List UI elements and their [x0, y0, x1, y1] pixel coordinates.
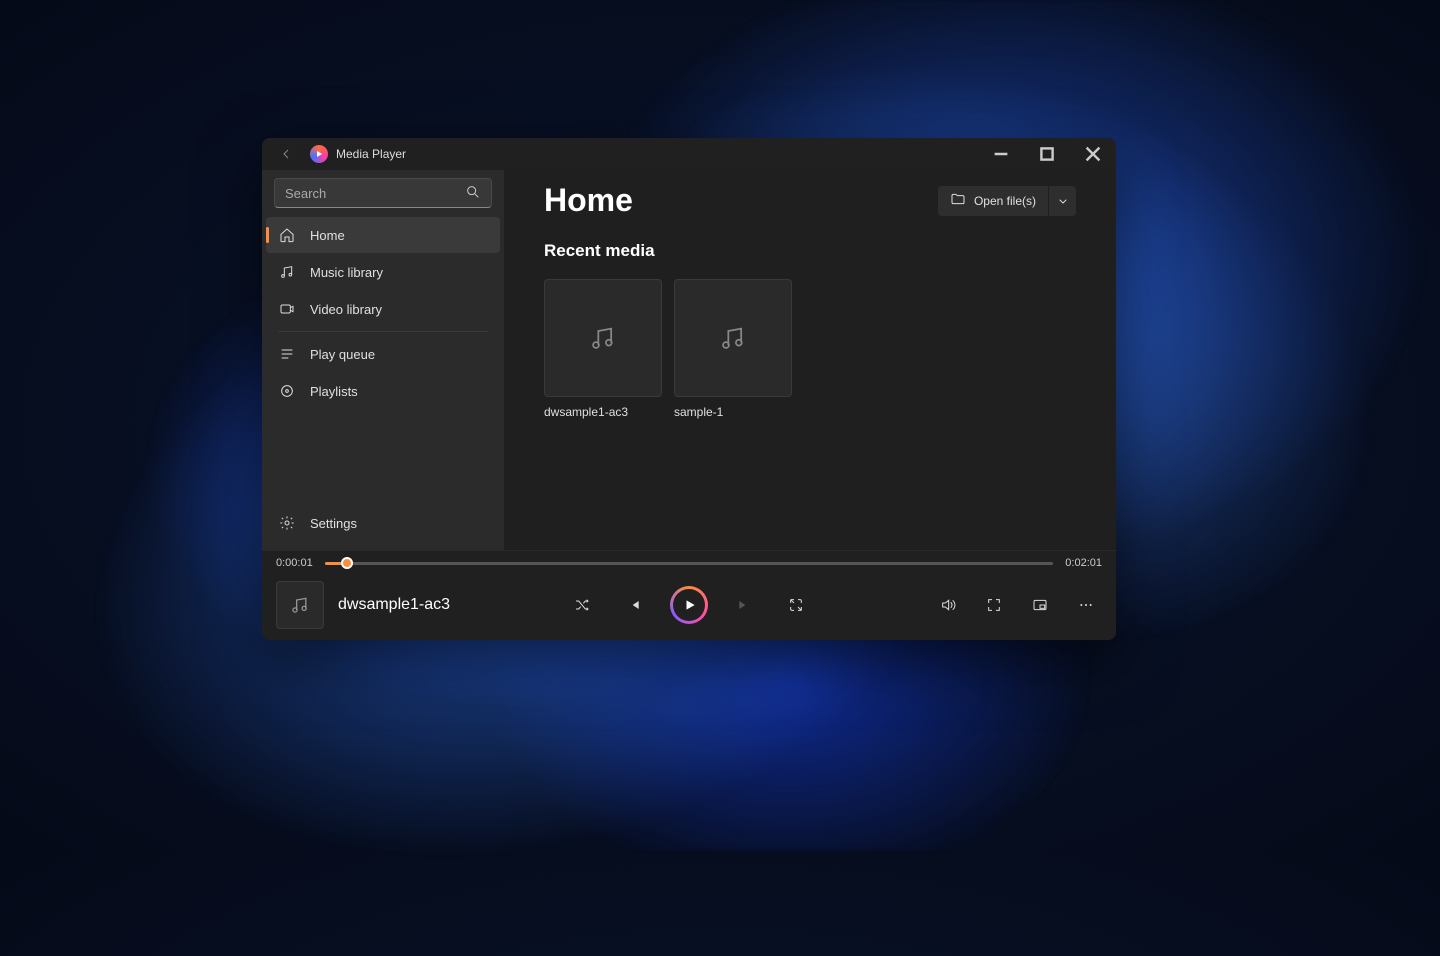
recent-media-item[interactable]: dwsample1-ac3 — [544, 279, 662, 419]
back-button[interactable] — [270, 138, 302, 170]
sidebar-item-music-library[interactable]: Music library — [266, 254, 500, 290]
section-title: Recent media — [544, 241, 1076, 261]
media-label: dwsample1-ac3 — [544, 405, 662, 419]
sidebar-item-label: Video library — [310, 302, 382, 317]
play-button[interactable] — [670, 586, 708, 624]
sidebar-item-label: Play queue — [310, 347, 375, 362]
open-file-button-group: Open file(s) — [938, 186, 1076, 216]
sidebar-item-playlists[interactable]: Playlists — [266, 373, 500, 409]
folder-icon — [950, 191, 966, 210]
app-logo-icon — [310, 145, 328, 163]
media-thumb — [544, 279, 662, 397]
app-title: Media Player — [336, 147, 406, 161]
sidebar-item-label: Home — [310, 228, 345, 243]
previous-button[interactable] — [618, 589, 650, 621]
sidebar-item-play-queue[interactable]: Play queue — [266, 336, 500, 372]
open-file-button[interactable]: Open file(s) — [938, 186, 1048, 216]
sidebar: Home Music library Video library — [262, 170, 504, 550]
recent-media-item[interactable]: sample-1 — [674, 279, 792, 419]
now-playing-thumb[interactable] — [276, 581, 324, 629]
fullscreen-button[interactable] — [978, 589, 1010, 621]
total-time: 0:02:01 — [1065, 557, 1102, 569]
seek-slider[interactable] — [325, 562, 1054, 565]
gear-icon — [278, 514, 296, 532]
minimize-button[interactable] — [978, 138, 1024, 170]
video-library-icon — [278, 300, 296, 318]
player-bar: 0:00:01 0:02:01 dwsample1-ac3 — [262, 550, 1116, 640]
more-button[interactable] — [1070, 589, 1102, 621]
media-player-window: Media Player — [262, 138, 1116, 640]
playlists-icon — [278, 382, 296, 400]
repeat-button[interactable] — [780, 589, 812, 621]
sidebar-item-home[interactable]: Home — [266, 217, 500, 253]
sidebar-item-settings[interactable]: Settings — [266, 505, 500, 541]
sidebar-item-label: Settings — [310, 516, 357, 531]
music-library-icon — [278, 263, 296, 281]
next-button[interactable] — [728, 589, 760, 621]
volume-button[interactable] — [932, 589, 964, 621]
divider — [278, 331, 488, 332]
sidebar-item-video-library[interactable]: Video library — [266, 291, 500, 327]
mini-player-button[interactable] — [1024, 589, 1056, 621]
maximize-button[interactable] — [1024, 138, 1070, 170]
queue-icon — [278, 345, 296, 363]
search-box[interactable] — [274, 178, 492, 208]
close-button[interactable] — [1070, 138, 1116, 170]
home-icon — [278, 226, 296, 244]
search-icon[interactable] — [465, 184, 481, 203]
now-playing-title: dwsample1-ac3 — [338, 596, 450, 614]
main-content: Home Open file(s) Recent media — [504, 170, 1116, 550]
current-time: 0:00:01 — [276, 557, 313, 569]
open-file-label: Open file(s) — [974, 194, 1036, 208]
sidebar-item-label: Playlists — [310, 384, 358, 399]
open-file-dropdown[interactable] — [1048, 186, 1076, 216]
sidebar-item-label: Music library — [310, 265, 383, 280]
shuffle-button[interactable] — [566, 589, 598, 621]
media-label: sample-1 — [674, 405, 792, 419]
page-title: Home — [544, 182, 633, 219]
titlebar[interactable]: Media Player — [262, 138, 1116, 170]
search-input[interactable] — [285, 186, 465, 201]
media-thumb — [674, 279, 792, 397]
